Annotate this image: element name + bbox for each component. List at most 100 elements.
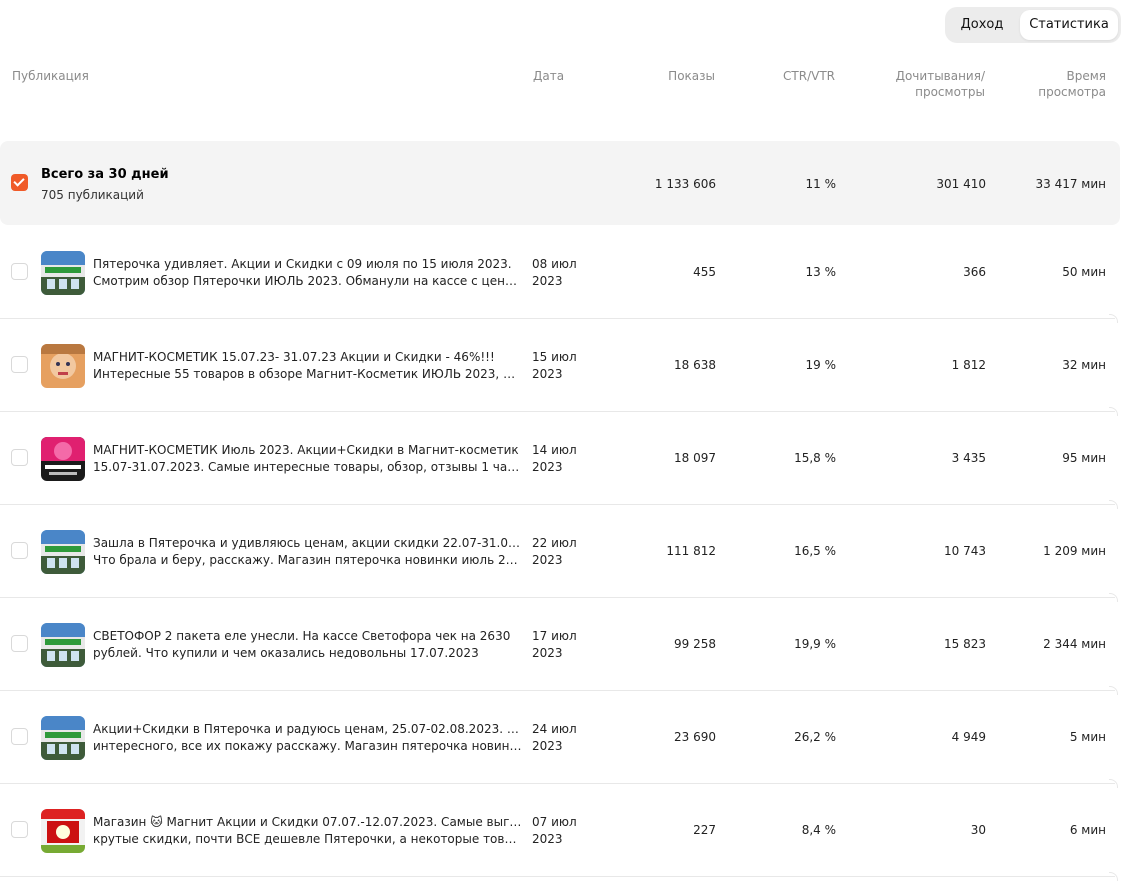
row-watch-time: 32 мин [1062, 358, 1106, 372]
publication-title-line1: Магазин 🐱 Магнит Акции и Скидки 07.07.-1… [93, 815, 523, 829]
publication-title[interactable]: Пятерочка удивляет. Акции и Скидки с 09 … [93, 256, 523, 290]
row-impressions: 111 812 [666, 544, 716, 558]
publication-title-line2: Что брала и беру, расскажу. Магазин пяте… [93, 553, 523, 567]
row-watch-time: 2 344 мин [1043, 637, 1106, 651]
row-ctr: 26,2 % [794, 730, 836, 744]
tab-income[interactable]: Доход [949, 10, 1015, 40]
row-impressions: 18 097 [674, 451, 716, 465]
row-checkbox[interactable] [11, 263, 28, 280]
row-impressions: 23 690 [674, 730, 716, 744]
publication-title-line1: СВЕТОФОР 2 пакета еле унесли. На кассе С… [93, 629, 511, 643]
publication-date: 22 июл 2023 [532, 535, 577, 569]
publication-row[interactable]: Зашла в Пятерочка и удивляюсь ценам, акц… [0, 505, 1124, 602]
row-checkbox[interactable] [11, 635, 28, 652]
row-checkbox[interactable] [11, 449, 28, 466]
publication-title[interactable]: Акции+Скидки в Пятерочка и радуюсь ценам… [93, 721, 523, 755]
store-photo-icon[interactable] [41, 530, 85, 574]
row-checkbox[interactable] [11, 821, 28, 838]
store-photo-icon[interactable] [41, 623, 85, 667]
view-toggle: Доход Статистика [945, 7, 1121, 43]
column-header-time-line1: Время [1066, 69, 1106, 83]
column-header-date[interactable]: Дата [533, 68, 564, 84]
publication-title-line2: крутые скидки, почти ВСЕ дешевле Пятероч… [93, 832, 523, 846]
publication-title-line2: Смотрим обзор Пятерочки ИЮЛЬ 2023. Обман… [93, 274, 523, 288]
publication-title-line1: МАГНИТ-КОСМЕТИК 15.07.23- 31.07.23 Акции… [93, 350, 495, 364]
publication-title[interactable]: МАГНИТ-КОСМЕТИК Июль 2023. Акции+Скидки … [93, 442, 523, 476]
publication-title-line1: Пятерочка удивляет. Акции и Скидки с 09 … [93, 257, 512, 271]
publication-date: 15 июл 2023 [532, 349, 577, 383]
row-ctr: 19 % [805, 358, 837, 372]
column-header-watch-time[interactable]: Время просмотра [1038, 68, 1106, 100]
row-checkbox[interactable] [11, 356, 28, 373]
row-ctr: 16,5 % [794, 544, 836, 558]
row-watch-time: 50 мин [1062, 265, 1106, 279]
column-header-reads[interactable]: Дочитывания/ просмотры [896, 68, 985, 100]
row-ctr: 15,8 % [794, 451, 836, 465]
column-header-reads-line1: Дочитывания/ [895, 69, 985, 83]
publication-date-year: 2023 [532, 274, 563, 288]
column-header-publication[interactable]: Публикация [12, 68, 89, 84]
pink-promo-icon[interactable] [41, 437, 85, 481]
publication-date: 08 июл 2023 [532, 256, 577, 290]
summary-title: Всего за 30 дней [41, 167, 169, 182]
row-reads: 4 949 [951, 730, 986, 744]
portrait-photo-icon[interactable] [41, 344, 85, 388]
row-reads: 3 435 [951, 451, 986, 465]
publication-title[interactable]: Зашла в Пятерочка и удивляюсь ценам, акц… [93, 535, 523, 569]
publication-title-line1: Акции+Скидки в Пятерочка и радуюсь ценам… [93, 722, 523, 736]
row-ctr: 13 % [805, 265, 837, 279]
column-header-ctr[interactable]: CTR/VTR [783, 68, 835, 84]
publication-title-line1: МАГНИТ-КОСМЕТИК Июль 2023. Акции+Скидки … [93, 443, 519, 457]
select-all-checkbox[interactable] [11, 174, 28, 191]
row-watch-time: 95 мин [1062, 451, 1106, 465]
publication-row[interactable]: МАГНИТ-КОСМЕТИК Июль 2023. Акции+Скидки … [0, 412, 1124, 509]
publication-date-day: 08 июл [532, 257, 577, 271]
store-photo-icon[interactable] [41, 716, 85, 760]
publication-date: 07 июл 2023 [532, 814, 577, 848]
publication-row[interactable]: Акции+Скидки в Пятерочка и радуюсь ценам… [0, 691, 1124, 788]
publication-title-line1: Зашла в Пятерочка и удивляюсь ценам, акц… [93, 536, 523, 550]
summary-impressions: 1 133 606 [654, 177, 716, 191]
column-header-impressions[interactable]: Показы [668, 68, 715, 84]
row-ctr: 19,9 % [794, 637, 836, 651]
publication-title[interactable]: Магазин 🐱 Магнит Акции и Скидки 07.07.-1… [93, 814, 523, 848]
publication-date-year: 2023 [532, 460, 563, 474]
publication-row[interactable]: Пятерочка удивляет. Акции и Скидки с 09 … [0, 226, 1124, 323]
publication-title-line2: 15.07-31.07.2023. Самые интересные товар… [93, 460, 523, 474]
publication-row[interactable]: Магазин 🐱 Магнит Акции и Скидки 07.07.-1… [0, 784, 1124, 881]
summary-row: Всего за 30 дней 705 публикаций 1 133 60… [0, 141, 1120, 225]
row-checkbox[interactable] [11, 728, 28, 745]
publication-date-year: 2023 [532, 739, 563, 753]
publication-row[interactable]: СВЕТОФОР 2 пакета еле унесли. На кассе С… [0, 598, 1124, 695]
publication-date: 17 июл 2023 [532, 628, 577, 662]
summary-watch-time: 33 417 мин [1035, 177, 1107, 191]
row-watch-time: 1 209 мин [1043, 544, 1106, 558]
publication-date-day: 14 июл [532, 443, 577, 457]
row-impressions: 455 [693, 265, 716, 279]
publication-title[interactable]: СВЕТОФОР 2 пакета еле унесли. На кассе С… [93, 628, 523, 662]
row-impressions: 227 [693, 823, 716, 837]
publication-title-line2: интересного, все их покажу расскажу. Маг… [93, 739, 523, 753]
publication-date: 14 июл 2023 [532, 442, 577, 476]
publication-title[interactable]: МАГНИТ-КОСМЕТИК 15.07.23- 31.07.23 Акции… [93, 349, 523, 383]
row-reads: 15 823 [944, 637, 986, 651]
store-photo-icon[interactable] [41, 251, 85, 295]
publication-date-day: 15 июл [532, 350, 577, 364]
publication-title-line2: Интересные 55 товаров в обзоре Магнит-Ко… [93, 367, 523, 381]
column-header-reads-line2: просмотры [915, 85, 985, 99]
row-impressions: 18 638 [674, 358, 716, 372]
tab-statistics[interactable]: Статистика [1020, 10, 1118, 40]
row-reads: 366 [963, 265, 986, 279]
publication-date: 24 июл 2023 [532, 721, 577, 755]
row-watch-time: 6 мин [1069, 823, 1106, 837]
publication-row[interactable]: МАГНИТ-КОСМЕТИК 15.07.23- 31.07.23 Акции… [0, 319, 1124, 416]
summary-reads: 301 410 [936, 177, 986, 191]
row-ctr: 8,4 % [801, 823, 836, 837]
publication-date-day: 24 июл [532, 722, 577, 736]
publication-date-day: 17 июл [532, 629, 577, 643]
publication-date-day: 22 июл [532, 536, 577, 550]
row-checkbox[interactable] [11, 542, 28, 559]
row-reads: 1 812 [951, 358, 986, 372]
publication-date-year: 2023 [532, 367, 563, 381]
red-promo-icon[interactable] [41, 809, 85, 853]
